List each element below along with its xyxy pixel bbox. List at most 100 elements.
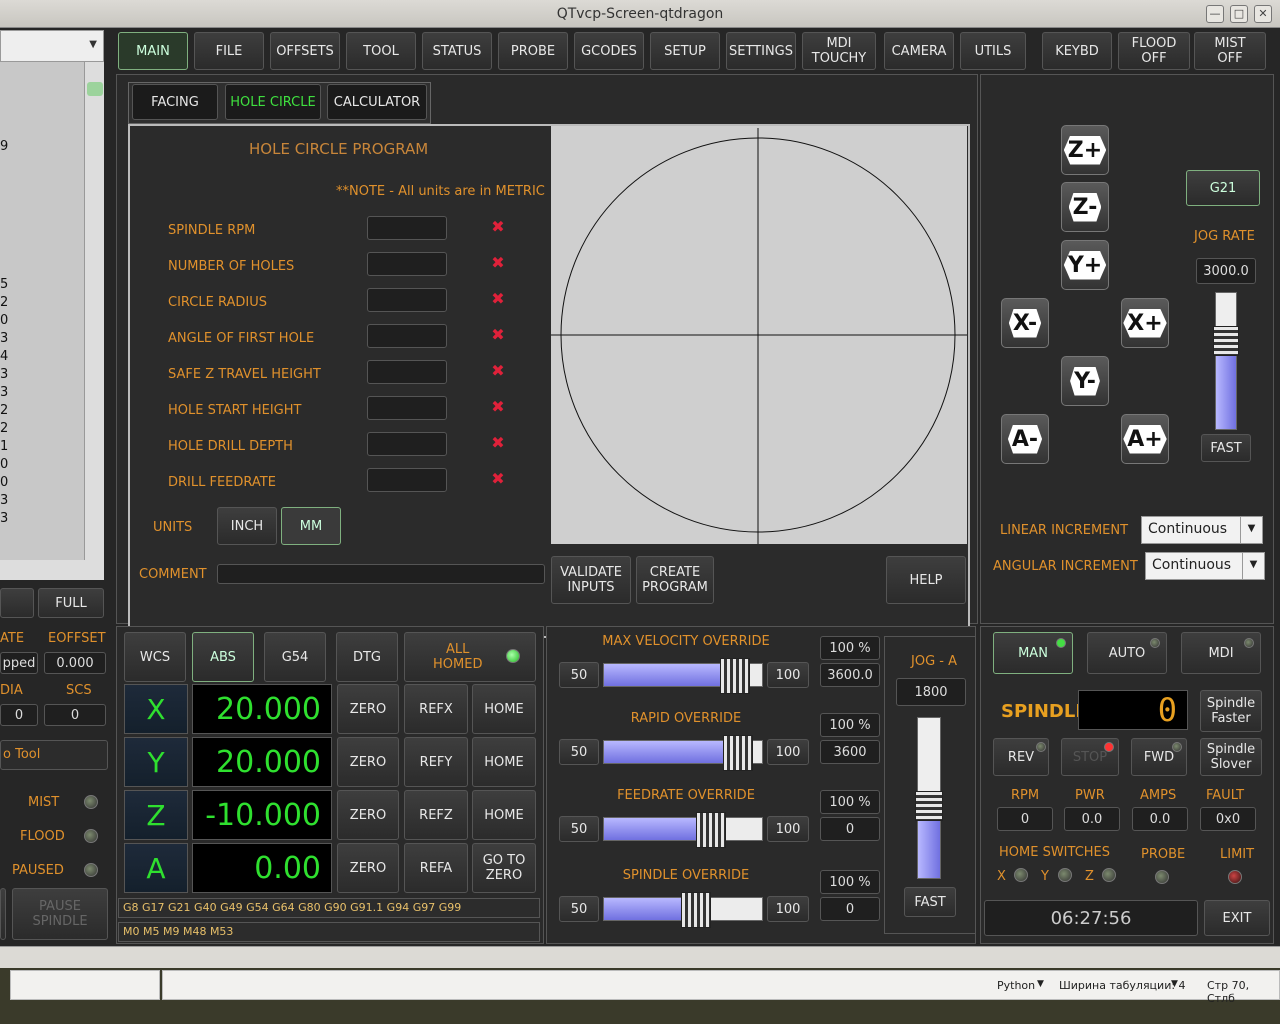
param-input[interactable]	[367, 216, 447, 240]
ref-x-button[interactable]: REFX	[404, 684, 468, 734]
maximize-button[interactable]: □	[1230, 5, 1248, 23]
override-knob[interactable]	[723, 735, 754, 771]
exit-button[interactable]: EXIT	[1204, 900, 1270, 936]
jog-z-plus-button[interactable]: Z+	[1061, 125, 1109, 175]
jog-y-minus-button[interactable]: Y-	[1061, 356, 1109, 406]
override-knob[interactable]	[696, 812, 727, 848]
axis-z-label[interactable]: Z	[124, 790, 188, 840]
jog-rate-knob[interactable]	[1213, 325, 1239, 356]
nav-tab-2[interactable]: OFFSETS	[270, 32, 340, 70]
override-slider[interactable]	[603, 658, 763, 694]
left-partial-button[interactable]	[0, 588, 34, 618]
nav-tab-10[interactable]: CAMERA	[884, 32, 954, 70]
nav-tab-5[interactable]: PROBE	[498, 32, 568, 70]
home-a-button[interactable]: GO TO ZERO	[472, 843, 536, 893]
comment-input[interactable]	[217, 564, 545, 584]
axis-a-label[interactable]: A	[124, 843, 188, 893]
jog-a-minus-button[interactable]: A-	[1001, 414, 1049, 464]
tab-calculator[interactable]: CALCULATOR	[327, 84, 427, 120]
pause-spindle-button[interactable]: PAUSE SPINDLE	[12, 888, 108, 940]
nav-tab-9[interactable]: MDI TOUCHY	[802, 32, 876, 70]
left-edge-button[interactable]	[0, 888, 6, 940]
spindle-slower-button[interactable]: Spindle Slover	[1200, 738, 1262, 776]
angular-increment-select[interactable]: Continuous ▼	[1145, 552, 1265, 580]
tab-width-select[interactable]: Ширина табуляции: 4	[1059, 979, 1186, 992]
units-g21-button[interactable]: G21	[1186, 170, 1260, 206]
ref-z-button[interactable]: REFZ	[404, 790, 468, 840]
param-input[interactable]	[367, 324, 447, 348]
flood-toggle-button[interactable]: FLOOD OFF	[1118, 32, 1190, 70]
nav-tab-8[interactable]: SETTINGS	[726, 32, 796, 70]
axis-y-label[interactable]: Y	[124, 737, 188, 787]
mist-toggle-button[interactable]: MIST OFF	[1194, 32, 1266, 70]
param-input[interactable]	[367, 360, 447, 384]
override-min-button[interactable]: 50	[559, 896, 599, 922]
override-max-button[interactable]: 100	[767, 662, 809, 688]
g54-button[interactable]: G54	[264, 632, 326, 682]
jog-x-plus-button[interactable]: X+	[1121, 298, 1169, 348]
override-max-button[interactable]: 100	[767, 739, 809, 765]
validate-inputs-button[interactable]: VALIDATE INPUTS	[551, 556, 631, 604]
override-min-button[interactable]: 50	[559, 739, 599, 765]
jog-a-fast-button[interactable]: FAST	[904, 887, 956, 917]
jog-a-slider[interactable]	[915, 717, 943, 879]
nav-tab-0[interactable]: MAIN	[118, 32, 188, 70]
nav-tab-7[interactable]: SETUP	[650, 32, 720, 70]
nav-tab-4[interactable]: STATUS	[422, 32, 492, 70]
tab-facing[interactable]: FACING	[132, 84, 218, 120]
ref-a-button[interactable]: REFA	[404, 843, 468, 893]
override-min-button[interactable]: 50	[559, 816, 599, 842]
file-combo[interactable]: ▼	[0, 30, 104, 62]
param-input[interactable]	[367, 432, 447, 456]
language-select[interactable]: Python	[997, 979, 1035, 992]
abs-button[interactable]: ABS	[192, 632, 254, 682]
override-slider[interactable]	[603, 812, 763, 848]
nav-tab-1[interactable]: FILE	[194, 32, 264, 70]
override-slider[interactable]	[603, 735, 763, 771]
param-input[interactable]	[367, 252, 447, 276]
editor-hscroll[interactable]	[0, 946, 1280, 968]
axis-x-label[interactable]: X	[124, 684, 188, 734]
zero-x-button[interactable]: ZERO	[337, 684, 399, 734]
jog-rate-slider[interactable]	[1213, 292, 1239, 430]
param-input[interactable]	[367, 396, 447, 420]
file-scrollbar[interactable]	[84, 62, 104, 560]
dtg-button[interactable]: DTG	[336, 632, 398, 682]
keybd-button[interactable]: KEYBD	[1042, 32, 1112, 70]
override-max-button[interactable]: 100	[767, 896, 809, 922]
zero-a-button[interactable]: ZERO	[337, 843, 399, 893]
param-input[interactable]	[367, 468, 447, 492]
zero-z-button[interactable]: ZERO	[337, 790, 399, 840]
home-x-button[interactable]: HOME	[472, 684, 536, 734]
override-knob[interactable]	[680, 892, 711, 928]
jog-a-plus-button[interactable]: A+	[1121, 414, 1169, 464]
jog-fast-button[interactable]: FAST	[1201, 434, 1251, 462]
param-input[interactable]	[367, 288, 447, 312]
spindle-faster-button[interactable]: Spindle Faster	[1200, 690, 1262, 732]
wcs-button[interactable]: WCS	[124, 632, 186, 682]
jog-a-knob[interactable]	[915, 791, 943, 821]
file-hscroll[interactable]	[0, 560, 104, 580]
inch-button[interactable]: INCH	[217, 507, 277, 545]
jog-x-minus-button[interactable]: X-	[1001, 298, 1049, 348]
override-knob[interactable]	[720, 658, 751, 694]
override-min-button[interactable]: 50	[559, 662, 599, 688]
zero-y-button[interactable]: ZERO	[337, 737, 399, 787]
nav-tab-6[interactable]: GCODES	[574, 32, 644, 70]
scroll-thumb[interactable]	[87, 82, 103, 96]
override-slider[interactable]	[603, 892, 763, 928]
jog-y-plus-button[interactable]: Y+	[1061, 240, 1109, 290]
nav-tab-3[interactable]: TOOL	[346, 32, 416, 70]
create-program-button[interactable]: CREATE PROGRAM	[636, 556, 714, 604]
home-y-button[interactable]: HOME	[472, 737, 536, 787]
tab-hole-circle[interactable]: HOLE CIRCLE	[225, 84, 321, 120]
linear-increment-select[interactable]: Continuous ▼	[1141, 516, 1263, 544]
jog-z-minus-button[interactable]: Z-	[1061, 182, 1109, 232]
file-list[interactable]	[0, 62, 84, 560]
minimize-button[interactable]: —	[1206, 5, 1224, 23]
nav-tab-11[interactable]: UTILS	[960, 32, 1026, 70]
ref-y-button[interactable]: REFY	[404, 737, 468, 787]
close-button[interactable]: ✕	[1254, 5, 1272, 23]
override-max-button[interactable]: 100	[767, 816, 809, 842]
help-button[interactable]: HELP	[886, 556, 966, 604]
